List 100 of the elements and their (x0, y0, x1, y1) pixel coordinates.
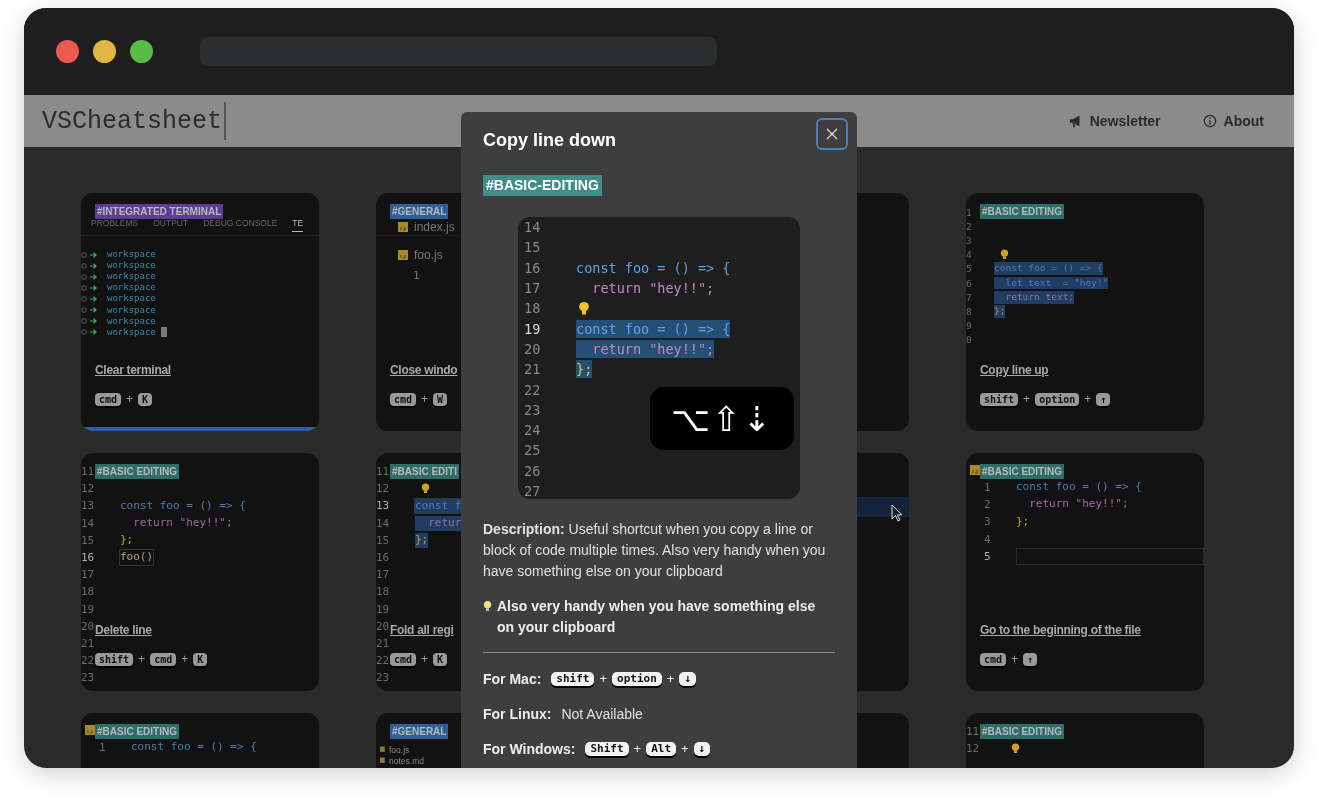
plus-sign: + (633, 741, 642, 756)
line-number: 14 (81, 516, 95, 530)
category-tag: #BASIC EDITI (390, 464, 459, 479)
close-button[interactable] (816, 118, 848, 150)
line-number: 0 (966, 334, 972, 346)
terminal-cursor (160, 327, 167, 338)
line-number: 1 (966, 206, 972, 218)
panel-tab[interactable]: DEBUG CONSOLE (203, 218, 278, 235)
line-number: 4 (984, 532, 991, 546)
file-name[interactable]: foo.js (389, 744, 410, 755)
category-tag: #GENERAL (390, 204, 449, 219)
line-number: 24 (524, 422, 541, 439)
window-close-button[interactable] (56, 40, 79, 63)
line-number: 1 (99, 741, 106, 755)
code-line: const foo = () => { (1016, 480, 1142, 495)
code-line: const foo = () => { (120, 498, 246, 514)
lightbulb-icon (1011, 743, 1020, 755)
line-number: 11 (81, 465, 95, 479)
nav-link[interactable]: About (1202, 113, 1264, 129)
key-cap: K (193, 652, 208, 666)
line-number: 3 (984, 515, 991, 529)
category-tag: #BASIC EDITING (95, 724, 179, 739)
megaphone-icon (1068, 114, 1083, 128)
text-caret (224, 102, 227, 140)
line-number: 20 (81, 619, 95, 633)
line-number: 5 (966, 263, 972, 275)
key-cap: W (433, 392, 448, 406)
key-combo-overlay: ⌥⇧⇣ (650, 387, 794, 450)
panel-tab[interactable]: OUTPUT (153, 218, 189, 235)
dialog-title: Copy line down (483, 129, 616, 151)
key-cap: ↑ (1023, 652, 1038, 666)
js-file-icon (398, 222, 408, 232)
category-tag: #BASIC-EDITING (483, 175, 602, 196)
line-number: 21 (376, 636, 390, 650)
line-number: 13 (376, 499, 390, 513)
line-number: 12 (81, 482, 95, 496)
line-number: 12 (376, 482, 390, 496)
file-tab[interactable]: index.js (414, 220, 455, 234)
shortcut-link[interactable]: Clear terminal (95, 362, 171, 378)
category-tag: #BASIC EDITING (95, 464, 179, 479)
plus-sign: + (599, 671, 608, 686)
code-line: }; (1016, 514, 1030, 530)
shortcut-link[interactable]: Delete line (95, 622, 152, 638)
line-number: 15 (524, 239, 541, 256)
file-tab[interactable]: foo.js (414, 248, 443, 262)
category-tag: #BASIC EDITING (980, 464, 1064, 479)
window-minimize-button[interactable] (93, 40, 116, 63)
shortcut-link[interactable]: Close windo (390, 362, 458, 378)
line-number: 13 (81, 499, 95, 513)
line-number: 22 (524, 381, 541, 398)
key-cap: cmd (95, 392, 122, 406)
plus-sign: + (1011, 652, 1019, 666)
panel-tab[interactable]: TE (292, 218, 304, 232)
terminal-line: workspace (107, 315, 156, 327)
line-number: 3 (966, 234, 972, 246)
line-number: 23 (81, 671, 95, 685)
nav-link[interactable]: Newsletter (1068, 113, 1161, 129)
shortcut-link[interactable]: Fold all regi (390, 622, 454, 638)
line-number: 1 (413, 269, 420, 282)
code-line: return "hey!!"; (1028, 497, 1129, 513)
site-logo[interactable]: VSCheatsheet (42, 106, 223, 136)
terminal-line: workspace (107, 260, 156, 272)
tip-text: Also very handy when you have something else on your clipboard (497, 597, 817, 637)
line-number: 11 (966, 725, 980, 739)
plus-sign: + (1023, 392, 1031, 406)
code-line: }; (120, 532, 134, 548)
line-number: 15 (81, 533, 95, 547)
line-number: 9 (966, 320, 972, 332)
description-text: Description: Useful shortcut when you copy a line or block of code multiple times. Also very handy when you have something else on your clipboard (483, 520, 827, 581)
line-number: 23 (376, 671, 390, 685)
line-number: 2 (966, 220, 972, 232)
lightbulb-icon (578, 300, 590, 316)
plus-sign: + (681, 741, 689, 756)
line-number: 12 (966, 742, 980, 756)
line-number: 5 (984, 549, 991, 563)
lightbulb-icon (1000, 249, 1009, 261)
file-name[interactable]: notes.md (389, 755, 424, 766)
shortcut-link[interactable]: Go to the beginning of the file (980, 622, 1141, 638)
category-tag: #BASIC EDITING (980, 724, 1064, 739)
line-number: 18 (81, 585, 95, 599)
plus-sign: + (421, 652, 429, 666)
key-cap: Alt (646, 741, 676, 756)
platform-label: For Linux: (483, 705, 552, 722)
code-line: foo() (120, 550, 154, 565)
shortcut-link[interactable]: Copy line up (980, 362, 1049, 378)
window-maximize-button[interactable] (130, 40, 153, 63)
line-number: 19 (376, 602, 390, 616)
panel-tab[interactable]: PROBLEMS (91, 218, 139, 235)
terminal-line: workspace (107, 249, 156, 261)
platform-label: For Windows: (483, 740, 576, 757)
category-tag: #BASIC EDITING (980, 204, 1064, 219)
platform-label: For Mac: (483, 670, 542, 687)
plus-sign: + (181, 652, 189, 666)
line-number: 2 (984, 498, 991, 512)
plus-sign: + (666, 671, 675, 686)
line-number: 25 (524, 442, 541, 459)
line-number: 4 (966, 249, 972, 261)
code-line: return "hey!!"; (591, 278, 715, 298)
key-cap: cmd (390, 652, 417, 666)
key-cap: cmd (390, 392, 417, 406)
